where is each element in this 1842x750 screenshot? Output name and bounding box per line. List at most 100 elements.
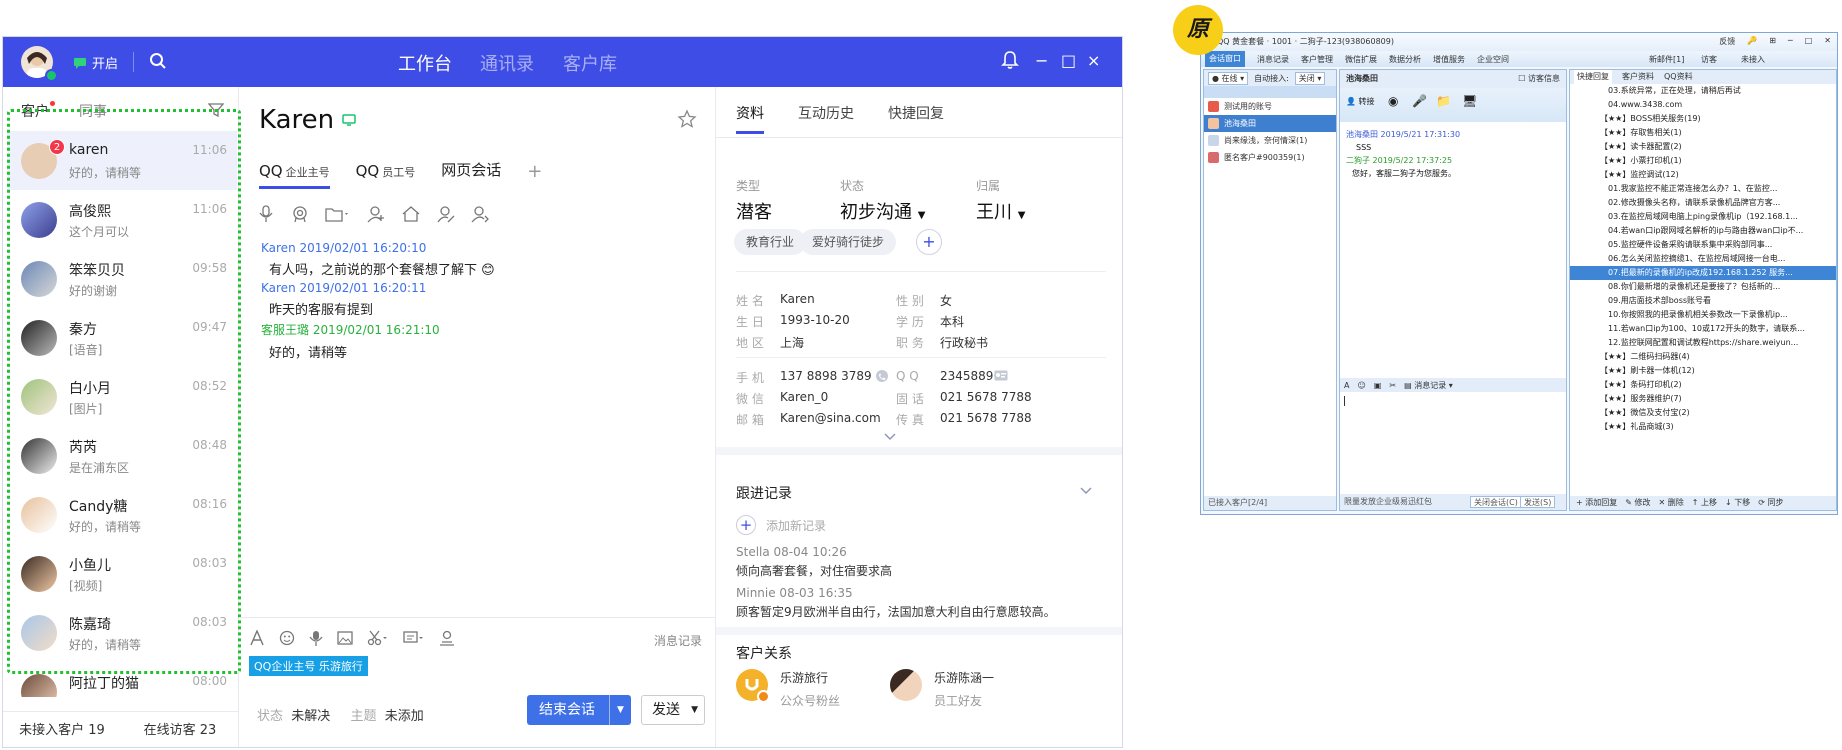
list-item[interactable]: 芮芮 是在浦东区 08:48 [7, 426, 237, 485]
list-item[interactable]: 小鱼儿 [视频] 08:03 [7, 544, 237, 603]
tab-qq-staff[interactable]: QQ 员工号 [356, 162, 416, 189]
add-record-button[interactable]: + 添加新记录 [736, 515, 826, 535]
auto-accept-select[interactable]: 关闭 ▾ [1294, 71, 1326, 85]
microphone-icon[interactable] [309, 630, 323, 646]
legacy-list-item[interactable]: 测试用的账号 [1204, 98, 1336, 115]
key-icon[interactable]: 🔑 [1747, 36, 1757, 47]
history-link[interactable]: ▤ 消息记录 ▾ [1404, 380, 1453, 391]
reply-item[interactable]: 04.若wan口ip跟网域名解析的ip与路由器wan口ip不... [1570, 224, 1836, 238]
close-session-button[interactable]: 关闭会话(C) [1470, 496, 1522, 508]
reply-folder[interactable]: 【★★】刷卡器一体机(12) [1570, 364, 1836, 378]
transfer-user-icon[interactable] [471, 205, 489, 223]
close-button[interactable]: × [1087, 51, 1100, 70]
chevron-down-icon[interactable]: ▼ [609, 695, 631, 725]
home-icon[interactable] [401, 205, 421, 223]
tab-customers[interactable]: 客户 [21, 101, 55, 121]
phone-icon[interactable] [876, 370, 888, 382]
edit-reply-button[interactable]: ✎ 修改 [1625, 496, 1650, 510]
menu-message-log[interactable]: 消息记录 [1257, 54, 1289, 65]
tab-history[interactable]: 互动历史 [798, 103, 854, 134]
tab-web-chat[interactable]: 网页会话 [441, 159, 501, 189]
reply-folder[interactable]: 【★★】监控调试(12) [1570, 168, 1836, 182]
menu-enterprise-space[interactable]: 企业空间 [1477, 54, 1509, 65]
search-icon[interactable] [149, 52, 167, 70]
reply-folder[interactable]: 【★★】服务器维护(7) [1570, 392, 1836, 406]
tag-chip[interactable]: 爱好骑行徒步 [800, 229, 897, 255]
status-value[interactable]: 未解决 [291, 709, 330, 724]
message-editor[interactable]: 消息记录 QQ企业主号 乐游旅行 [239, 617, 716, 747]
list-item[interactable]: 笨笨贝贝 好的谢谢 09:58 [7, 249, 237, 308]
minimize-button[interactable]: − [1035, 51, 1048, 70]
tag-chip[interactable]: 教育行业 [734, 229, 807, 255]
reply-item[interactable]: 03.系统异常，正在处理，请稍后再试 [1570, 84, 1836, 98]
reply-item[interactable]: 11.若wan口ip为100、10或172开头的数字，请联系... [1570, 322, 1836, 336]
online-status-select[interactable]: ● 在线 ▾ [1208, 71, 1249, 85]
status-toggle[interactable]: 开启 [73, 53, 118, 72]
font-icon[interactable]: A [1344, 381, 1349, 390]
minimize-button[interactable]: ─ [1788, 36, 1793, 47]
microphone-icon[interactable] [257, 205, 275, 223]
reply-item[interactable]: 04.www.3438.com [1570, 98, 1836, 112]
image-icon[interactable] [337, 631, 353, 645]
field-value[interactable]: 137 8898 3789 [780, 369, 872, 383]
emoji-icon[interactable]: ☺ [1357, 381, 1365, 390]
reply-folder[interactable]: 【★★】礼品商城(3) [1570, 420, 1836, 434]
bell-icon[interactable] [1001, 50, 1019, 70]
badge-icon[interactable] [291, 205, 309, 223]
microphone-icon[interactable]: 🎤 [1412, 94, 1427, 108]
image-icon[interactable]: ▣ [1374, 381, 1382, 390]
reply-folder[interactable]: 【★★】小票打印机(1) [1570, 154, 1836, 168]
menu-wechat[interactable]: 微信扩展 [1345, 54, 1377, 65]
sync-button[interactable]: ⟳ 同步 [1758, 496, 1783, 510]
send-button[interactable]: 发送 ▼ [641, 695, 705, 725]
menu-customer-mgmt[interactable]: 客户管理 [1301, 54, 1333, 65]
tab-qq-info[interactable]: QQ资料 [1664, 70, 1693, 84]
reply-item[interactable]: 02.修改摄像头名称，请联系录像机品牌官方客... [1570, 196, 1836, 210]
reply-folder[interactable]: 【★★】读卡器配置(2) [1570, 140, 1836, 154]
relation-item[interactable]: 乐游旅行 公众号粉丝 [736, 669, 840, 709]
list-item[interactable]: 高俊熙 这个月可以 11:06 [7, 190, 237, 249]
list-item[interactable]: 秦方 [语音] 09:47 [7, 308, 237, 367]
tab-quick-reply[interactable]: 快捷回复 [1574, 70, 1612, 84]
reply-item[interactable]: 06.怎么关闭监控摘缆1、在监控局域网接一台电... [1570, 252, 1836, 266]
collapse-chevron-icon[interactable] [1080, 487, 1092, 495]
reply-item[interactable]: 10.你按照我的把录像机相关参数改一下录像机ip... [1570, 308, 1836, 322]
transfer-button[interactable]: 👤 转接 [1346, 96, 1375, 107]
close-button[interactable]: ✕ [1824, 36, 1831, 47]
reply-item[interactable]: 07.把最新的录像机的ip改成192.168.1.252 服务... [1570, 266, 1836, 280]
topic-value[interactable]: 未添加 [385, 709, 424, 724]
tab-customer-info[interactable]: 客户资料 [1622, 70, 1654, 84]
reply-folder[interactable]: 【★★】二维码扫码器(4) [1570, 350, 1836, 364]
add-tag-button[interactable]: + [916, 229, 942, 255]
new-mail-link[interactable]: 新邮件[1] [1649, 54, 1684, 65]
menu-chat-window[interactable]: 会话窗口 [1205, 51, 1245, 67]
nav-tab-customers[interactable]: 客户库 [563, 50, 617, 76]
state-field[interactable]: 状态 初步沟通 ▼ [840, 177, 925, 224]
legacy-list-tabs[interactable] [1204, 86, 1336, 98]
emoji-icon[interactable] [279, 630, 295, 646]
screen-icon[interactable]: 🖥 [1462, 94, 1477, 108]
expand-chevron-icon[interactable] [884, 433, 896, 441]
filter-icon[interactable] [208, 103, 224, 117]
skin-icon[interactable]: ⊞ [1769, 36, 1776, 47]
list-item[interactable]: 陈嘉琦 好的，请稍等 08:03 [7, 603, 237, 662]
legacy-list-item[interactable]: 尚来缘浅，奈何情深(1) [1204, 132, 1336, 149]
reply-item[interactable]: 05.监控硬件设备采购请联系集中采购部同事... [1570, 238, 1836, 252]
owner-field[interactable]: 归属 王川 ▼ [976, 177, 1025, 224]
add-tab-icon[interactable]: + [527, 161, 542, 189]
list-item[interactable]: 白小月 [图片] 08:52 [7, 367, 237, 426]
tab-quick-reply[interactable]: 快捷回复 [888, 103, 944, 134]
move-up-button[interactable]: ↑ 上移 [1692, 496, 1717, 510]
reply-item[interactable]: 12.监控联网配置和调试教程https://share.weiyun... [1570, 336, 1836, 350]
folder-icon[interactable] [325, 205, 351, 223]
delete-reply-button[interactable]: ✕ 删除 [1659, 496, 1684, 510]
chevron-down-icon[interactable]: ▼ [691, 696, 698, 724]
visitor-link[interactable]: 访客 [1701, 54, 1717, 65]
reply-item[interactable]: 08.你们最新增的录像机还是要接了？包括新的... [1570, 280, 1836, 294]
list-item[interactable]: Candy糖 好的，请稍等 08:16 [7, 485, 237, 544]
font-icon[interactable] [249, 630, 265, 646]
nav-tab-contacts[interactable]: 通讯录 [480, 50, 534, 76]
reply-item[interactable]: 03.在监控局域网电脑上ping录像机ip（192.168.1... [1570, 210, 1836, 224]
quick-reply-icon[interactable] [403, 630, 425, 646]
reply-item[interactable]: 01.我家监控不能正常连接怎么办？1、在监控... [1570, 182, 1836, 196]
